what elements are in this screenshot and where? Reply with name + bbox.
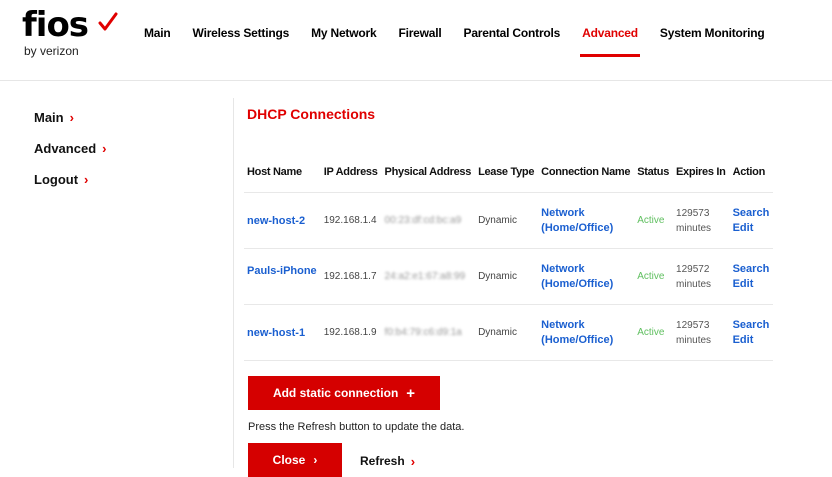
column-header-host-name: Host Name xyxy=(244,162,321,193)
connection-name-line1: Network xyxy=(541,206,585,219)
expires-in: 129572 minutes xyxy=(676,262,726,292)
ip-address: 192.168.1.9 xyxy=(320,304,382,361)
edit-link[interactable]: Edit xyxy=(733,221,770,236)
ip-address: 192.168.1.7 xyxy=(320,248,382,305)
sidebar-item-logout[interactable]: Logout › xyxy=(34,172,106,187)
expires-in: 129573 minutes xyxy=(676,318,726,348)
connection-name-link[interactable]: Network (Home/Office) xyxy=(541,206,630,236)
column-header-status: Status xyxy=(634,162,674,193)
connection-name-line2: (Home/Office) xyxy=(541,277,614,290)
top-navigation: Main Wireless Settings My Network Firewa… xyxy=(144,26,787,57)
add-static-connection-button[interactable]: Add static connection + xyxy=(248,376,440,410)
fios-logo: fios by verizon xyxy=(22,8,122,60)
ip-address: 192.168.1.4 xyxy=(320,192,382,249)
refresh-instruction-text: Press the Refresh button to update the d… xyxy=(248,421,465,433)
expires-value: 129573 xyxy=(676,319,710,331)
table-row: Pauls-iPhone 192.168.1.7 24:a2:e1:67:a8:… xyxy=(244,248,774,305)
chevron-right-icon: › xyxy=(313,453,318,467)
nav-main[interactable]: Main xyxy=(144,26,171,40)
sidebar-divider xyxy=(233,98,234,468)
status-badge: Active xyxy=(637,271,665,282)
action-links: Search Edit xyxy=(733,206,770,236)
physical-address: 24:a2:e1:67:a8:99 xyxy=(384,271,466,282)
physical-address: 00:23:df:cd:bc:a9 xyxy=(384,215,462,226)
nav-wireless-settings[interactable]: Wireless Settings xyxy=(193,26,290,40)
status-badge: Active xyxy=(637,327,665,338)
logo-wordmark: fios xyxy=(22,5,89,45)
add-static-connection-label: Add static connection xyxy=(272,386,399,400)
column-header-lease-type: Lease Type xyxy=(475,162,539,193)
search-link[interactable]: Search xyxy=(733,318,770,333)
expires-in: 129573 minutes xyxy=(676,206,726,236)
expires-unit: minutes xyxy=(676,278,712,290)
connection-name-line2: (Home/Office) xyxy=(541,221,614,234)
nav-advanced[interactable]: Advanced xyxy=(580,26,640,57)
action-links: Search Edit xyxy=(733,262,770,292)
chevron-right-icon: › xyxy=(84,172,89,187)
connection-name-line1: Network xyxy=(541,318,585,331)
connection-name-link[interactable]: Network (Home/Office) xyxy=(541,318,630,348)
connection-name-line2: (Home/Office) xyxy=(541,333,614,346)
connection-name-link[interactable]: Network (Home/Office) xyxy=(541,262,630,292)
connection-name-line1: Network xyxy=(541,262,585,275)
edit-link[interactable]: Edit xyxy=(733,333,770,348)
chevron-right-icon: › xyxy=(410,454,416,469)
dhcp-connections-table: Host Name IP Address Physical Address Le… xyxy=(244,162,774,361)
sidebar-item-label: Logout xyxy=(34,172,79,187)
lease-type: Dynamic xyxy=(475,304,539,361)
plus-icon: + xyxy=(406,384,416,402)
column-header-ip-address: IP Address xyxy=(320,162,382,193)
refresh-link-label: Refresh xyxy=(360,454,405,468)
sidebar-item-label: Advanced xyxy=(34,141,97,156)
nav-my-network[interactable]: My Network xyxy=(311,26,377,40)
chevron-right-icon: › xyxy=(69,110,74,125)
action-links: Search Edit xyxy=(733,318,770,348)
header-divider xyxy=(0,80,832,81)
column-header-expires-in: Expires In xyxy=(673,162,730,193)
physical-address: f0:b4:79:c6:d9:1a xyxy=(384,327,462,338)
checkmark-icon xyxy=(98,12,118,31)
logo-tagline: by verizon xyxy=(24,44,79,58)
expires-value: 129572 xyxy=(676,263,710,275)
table-row: new-host-1 192.168.1.9 f0:b4:79:c6:d9:1a… xyxy=(244,304,774,361)
status-badge: Active xyxy=(637,215,665,226)
sidebar: Main › Advanced › Logout › xyxy=(34,110,106,203)
table-header-row: Host Name IP Address Physical Address Le… xyxy=(244,162,774,193)
close-button-label: Close xyxy=(272,453,306,467)
search-link[interactable]: Search xyxy=(733,206,770,221)
nav-system-monitoring[interactable]: System Monitoring xyxy=(660,26,765,40)
column-header-physical-address: Physical Address xyxy=(381,162,476,193)
table-row: new-host-2 192.168.1.4 00:23:df:cd:bc:a9… xyxy=(244,192,774,249)
page-title: DHCP Connections xyxy=(247,106,376,122)
sidebar-item-main[interactable]: Main › xyxy=(34,110,106,125)
lease-type: Dynamic xyxy=(475,248,539,305)
expires-unit: minutes xyxy=(676,222,712,234)
refresh-link[interactable]: Refresh › xyxy=(360,454,415,469)
host-name-link[interactable]: Pauls-iPhone xyxy=(247,265,317,277)
host-name-link[interactable]: new-host-2 xyxy=(247,215,305,227)
lease-type: Dynamic xyxy=(475,192,539,249)
edit-link[interactable]: Edit xyxy=(733,277,770,292)
host-name-link[interactable]: new-host-1 xyxy=(247,327,305,339)
sidebar-item-label: Main xyxy=(34,110,64,125)
expires-value: 129573 xyxy=(676,207,710,219)
close-button[interactable]: Close › xyxy=(248,443,342,477)
nav-parental-controls[interactable]: Parental Controls xyxy=(464,26,561,40)
column-header-connection-name: Connection Name xyxy=(538,162,635,193)
column-header-action: Action xyxy=(729,162,774,193)
chevron-right-icon: › xyxy=(102,141,107,156)
search-link[interactable]: Search xyxy=(733,262,770,277)
nav-firewall[interactable]: Firewall xyxy=(398,26,441,40)
sidebar-item-advanced[interactable]: Advanced › xyxy=(34,141,106,156)
expires-unit: minutes xyxy=(676,334,712,346)
